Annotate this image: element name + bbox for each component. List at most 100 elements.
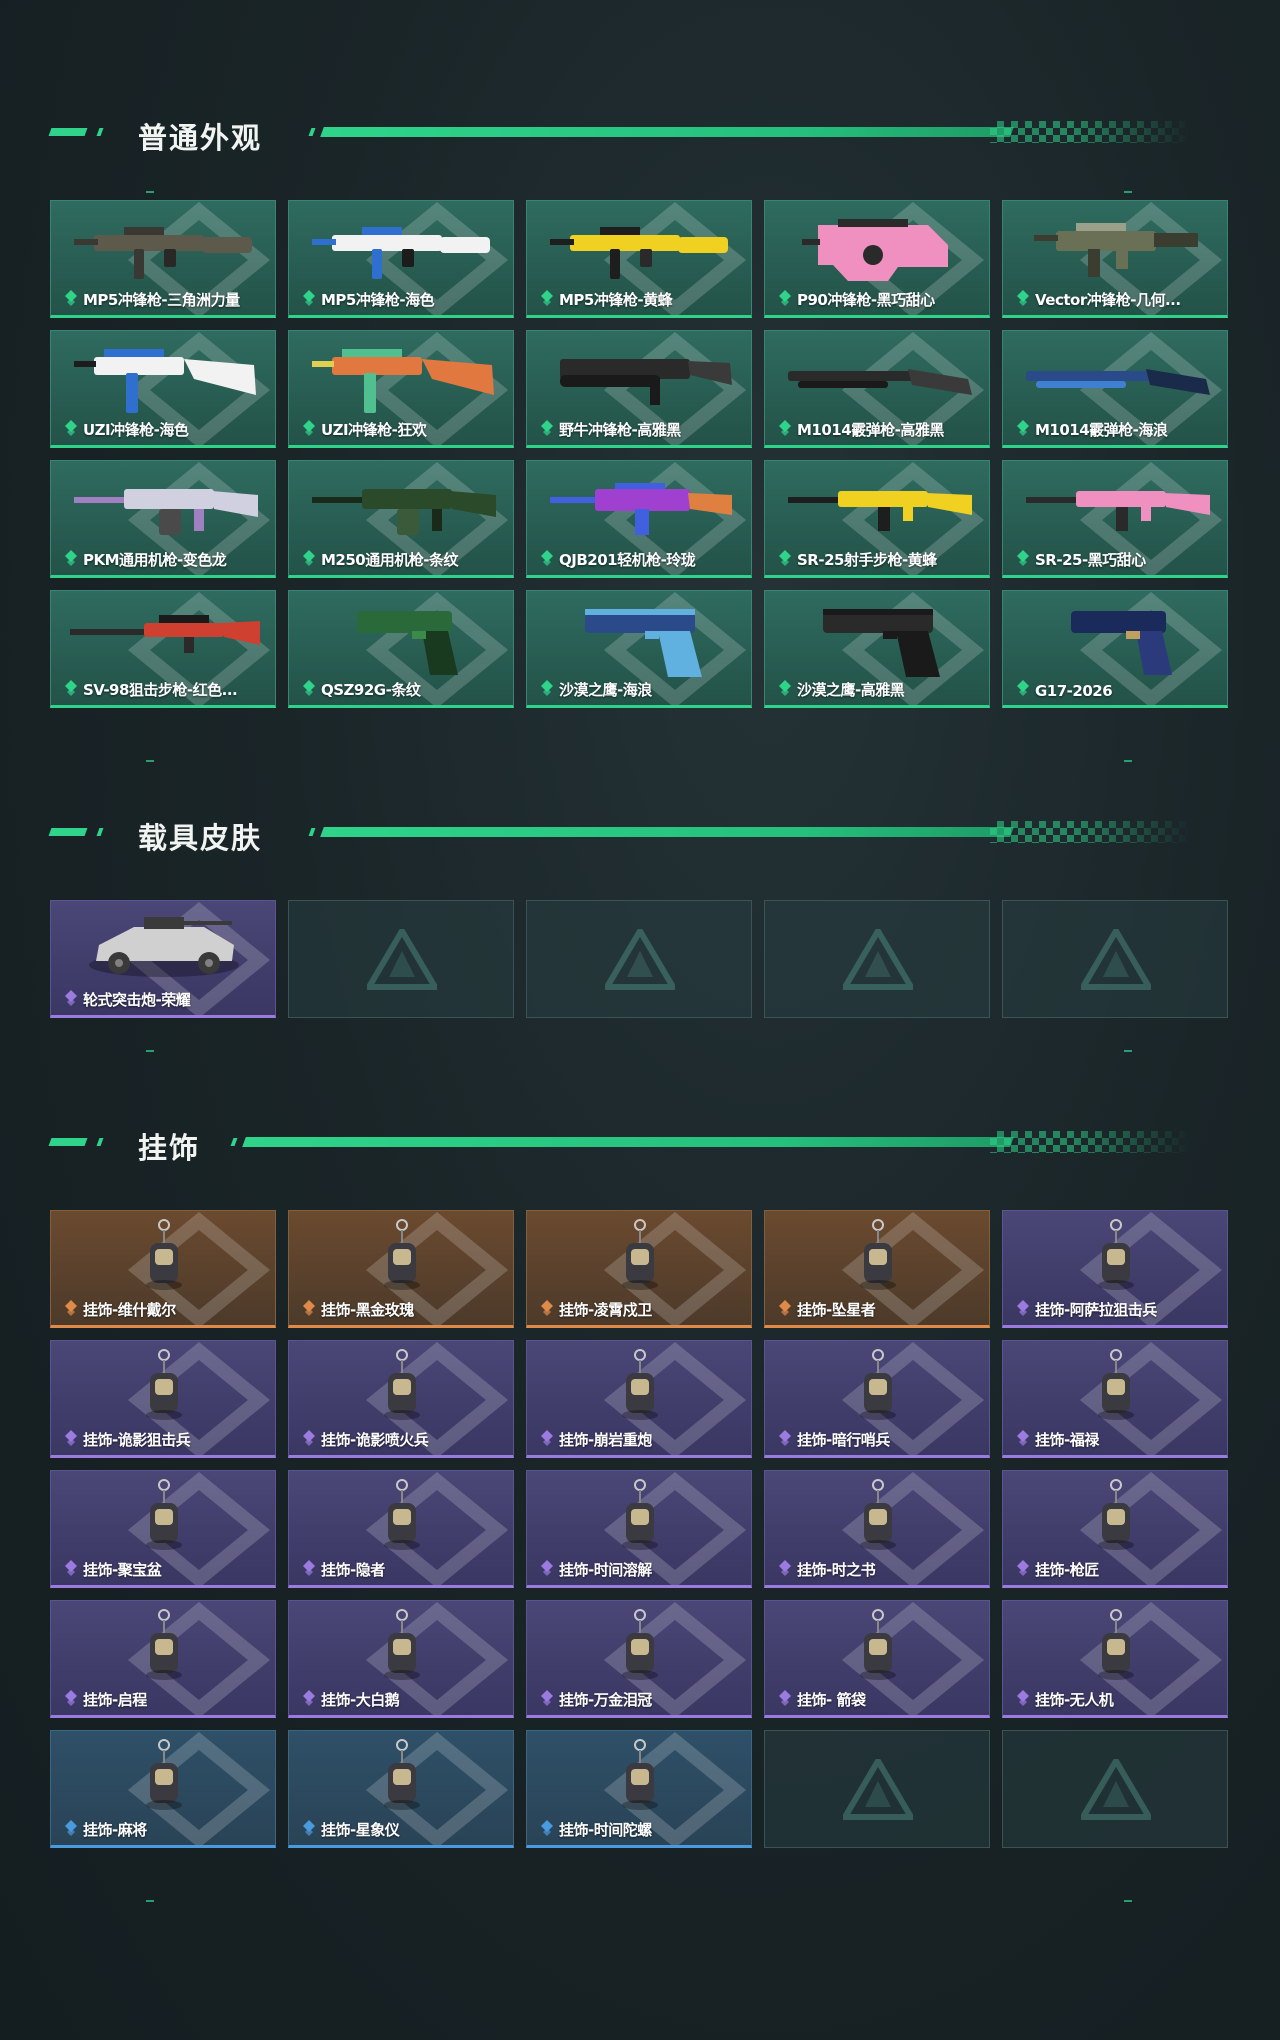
rarity-icon: [64, 1559, 78, 1579]
header-checker: [990, 121, 1190, 143]
item-card[interactable]: 挂饰-聚宝盆: [50, 1470, 276, 1588]
charm-icon: [622, 1479, 658, 1550]
mg-icon: [312, 489, 496, 535]
rarity-icon: [1016, 289, 1030, 309]
charm-icon: [384, 1739, 420, 1810]
item-card[interactable]: 挂饰-星象仪: [288, 1730, 514, 1848]
rarity-icon: [302, 1559, 316, 1579]
item-card[interactable]: 挂饰-隐者: [288, 1470, 514, 1588]
item-label: M1014霰弹枪-高雅黑: [797, 421, 944, 439]
rarity-icon: [302, 289, 316, 309]
item-card[interactable]: 沙漠之鹰-高雅黑: [764, 590, 990, 708]
item-card[interactable]: 挂饰-黑金玫瑰: [288, 1210, 514, 1328]
item-card[interactable]: 挂饰-坠星者: [764, 1210, 990, 1328]
rarity-icon: [302, 1299, 316, 1319]
item-label: 挂饰-麻将: [83, 1821, 147, 1839]
rarity-icon: [302, 1819, 316, 1839]
header-dash: [48, 828, 88, 836]
vehicle-icon: [89, 917, 239, 977]
item-card[interactable]: MP5冲锋枪-海色: [288, 200, 514, 318]
item-card[interactable]: 轮式突击炮-荣耀: [50, 900, 276, 1018]
rarity-icon: [540, 549, 554, 569]
item-card[interactable]: 挂饰-时间溶解: [526, 1470, 752, 1588]
item-card[interactable]: 挂饰-时之书: [764, 1470, 990, 1588]
charm-icon: [146, 1739, 182, 1810]
item-label: 挂饰-星象仪: [321, 1821, 400, 1839]
rarity-icon: [64, 1689, 78, 1709]
item-card[interactable]: 挂饰-维什戴尔: [50, 1210, 276, 1328]
header-bar: [320, 127, 1014, 137]
header-dash: [96, 828, 104, 836]
rarity-icon: [540, 1689, 554, 1709]
item-card[interactable]: M1014霰弹枪-高雅黑: [764, 330, 990, 448]
placeholder-logo-icon: [367, 929, 437, 990]
item-card[interactable]: 挂饰-凌霄戍卫: [526, 1210, 752, 1328]
deagle-icon: [823, 609, 940, 677]
rarity-icon: [64, 1819, 78, 1839]
rarity-icon: [64, 679, 78, 699]
item-card[interactable]: 挂饰-无人机: [1002, 1600, 1228, 1718]
item-card[interactable]: G17-2026: [1002, 590, 1228, 708]
item-card[interactable]: SR-25-黑巧甜心: [1002, 460, 1228, 578]
smg-icon: [312, 227, 490, 279]
rarity-icon: [778, 289, 792, 309]
item-label: 挂饰-阿萨拉狙击兵: [1035, 1301, 1157, 1319]
item-card[interactable]: QSZ92G-条纹: [288, 590, 514, 708]
bizon-icon: [560, 359, 732, 405]
header-checker: [990, 1131, 1190, 1153]
item-card[interactable]: SR-25射手步枪-黄蜂: [764, 460, 990, 578]
rarity-icon: [778, 419, 792, 439]
item-label: P90冲锋枪-黑巧甜心: [797, 291, 935, 309]
item-label: 挂饰-维什戴尔: [83, 1301, 176, 1319]
corner-tick: [146, 1050, 154, 1052]
item-card[interactable]: QJB201轻机枪-玲珑: [526, 460, 752, 578]
item-label: M250通用机枪-条纹: [321, 551, 458, 569]
empty-slot: [288, 900, 514, 1018]
section-header: 普通外观: [0, 105, 1280, 155]
item-card[interactable]: MP5冲锋枪-三角洲力量: [50, 200, 276, 318]
item-card[interactable]: 野牛冲锋枪-高雅黑: [526, 330, 752, 448]
rarity-icon: [1016, 679, 1030, 699]
item-card[interactable]: 挂饰-时间陀螺: [526, 1730, 752, 1848]
rarity-icon: [778, 1689, 792, 1709]
item-card[interactable]: 挂饰-福禄: [1002, 1340, 1228, 1458]
corner-tick: [1124, 1900, 1132, 1902]
sniper-icon: [70, 615, 260, 653]
item-card[interactable]: 挂饰-启程: [50, 1600, 276, 1718]
item-card[interactable]: PKM通用机枪-变色龙: [50, 460, 276, 578]
item-label: 挂饰-坠星者: [797, 1301, 876, 1319]
item-card[interactable]: 沙漠之鹰-海浪: [526, 590, 752, 708]
item-card[interactable]: 挂饰-万金泪冠: [526, 1600, 752, 1718]
item-label: 挂饰-大白鹅: [321, 1691, 400, 1709]
header-bar: [242, 1137, 1014, 1147]
item-card[interactable]: 挂饰-诡影喷火兵: [288, 1340, 514, 1458]
item-card[interactable]: 挂饰-暗行哨兵: [764, 1340, 990, 1458]
rarity-icon: [540, 1819, 554, 1839]
rarity-icon: [1016, 1559, 1030, 1579]
item-card[interactable]: P90冲锋枪-黑巧甜心: [764, 200, 990, 318]
item-card[interactable]: 挂饰-麻将: [50, 1730, 276, 1848]
item-card[interactable]: M250通用机枪-条纹: [288, 460, 514, 578]
section-header: 挂饰: [0, 1115, 1280, 1165]
rifle-icon: [788, 491, 972, 531]
item-card[interactable]: Vector冲锋枪-几何...: [1002, 200, 1228, 318]
pistol-icon: [357, 611, 458, 675]
item-card[interactable]: SV-98狙击步枪-红色...: [50, 590, 276, 708]
item-label: 挂饰-暗行哨兵: [797, 1431, 890, 1449]
rarity-icon: [540, 679, 554, 699]
section-header: 载具皮肤: [0, 805, 1280, 855]
item-card[interactable]: UZI冲锋枪-狂欢: [288, 330, 514, 448]
header-dash: [96, 128, 104, 136]
item-card[interactable]: 挂饰- 箭袋: [764, 1600, 990, 1718]
item-card[interactable]: UZI冲锋枪-海色: [50, 330, 276, 448]
item-card[interactable]: 挂饰-诡影狙击兵: [50, 1340, 276, 1458]
item-card[interactable]: 挂饰-阿萨拉狙击兵: [1002, 1210, 1228, 1328]
item-card[interactable]: 挂饰-枪匠: [1002, 1470, 1228, 1588]
charm-icon: [860, 1479, 896, 1550]
header-dash: [308, 128, 316, 136]
item-card[interactable]: M1014霰弹枪-海浪: [1002, 330, 1228, 448]
item-card[interactable]: MP5冲锋枪-黄蜂: [526, 200, 752, 318]
item-card[interactable]: 挂饰-大白鹅: [288, 1600, 514, 1718]
item-card[interactable]: 挂饰-崩岩重炮: [526, 1340, 752, 1458]
charm-icon: [622, 1609, 658, 1680]
